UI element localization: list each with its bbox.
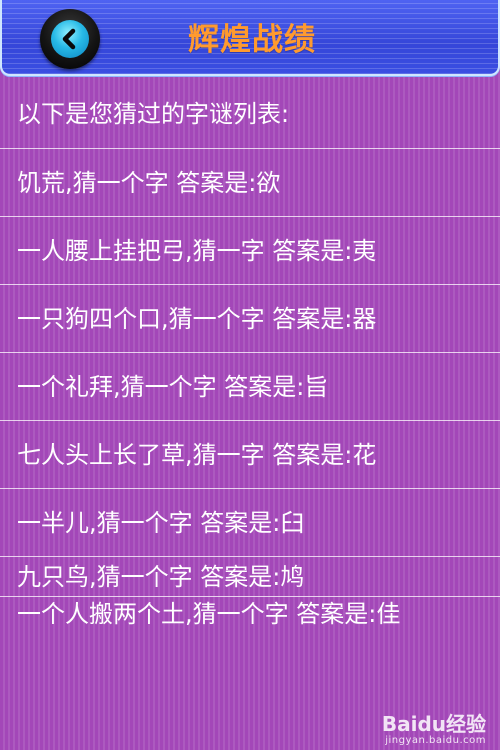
watermark-brand: Baidu经验: [381, 712, 486, 736]
watermark-url: jingyan.baidu.com: [385, 735, 486, 746]
baidu-watermark: Baidu经验 jingyan.baidu.com: [382, 714, 486, 746]
list-item[interactable]: 七人头上长了草,猜一字 答案是:花: [0, 421, 500, 489]
list-item[interactable]: 九只鸟,猜一个字 答案是:鸠: [0, 557, 500, 597]
list-intro: 以下是您猜过的字谜列表:: [0, 80, 500, 149]
list-item[interactable]: 一个人搬两个土,猜一个字 答案是:佳: [0, 597, 500, 632]
list-item[interactable]: 一人腰上挂把弓,猜一字 答案是:夷: [0, 217, 500, 285]
list-item[interactable]: 一只狗四个口,猜一个字 答案是:器: [0, 285, 500, 353]
riddle-list: 以下是您猜过的字谜列表: 饥荒,猜一个字 答案是:欲 一人腰上挂把弓,猜一字 答…: [0, 80, 500, 632]
page-title: 辉煌战绩: [188, 22, 316, 58]
list-item[interactable]: 饥荒,猜一个字 答案是:欲: [0, 149, 500, 217]
header-bar: 辉煌战绩: [0, 0, 500, 76]
list-item[interactable]: 一半儿,猜一个字 答案是:臼: [0, 489, 500, 557]
list-item[interactable]: 一个礼拜,猜一个字 答案是:旨: [0, 353, 500, 421]
